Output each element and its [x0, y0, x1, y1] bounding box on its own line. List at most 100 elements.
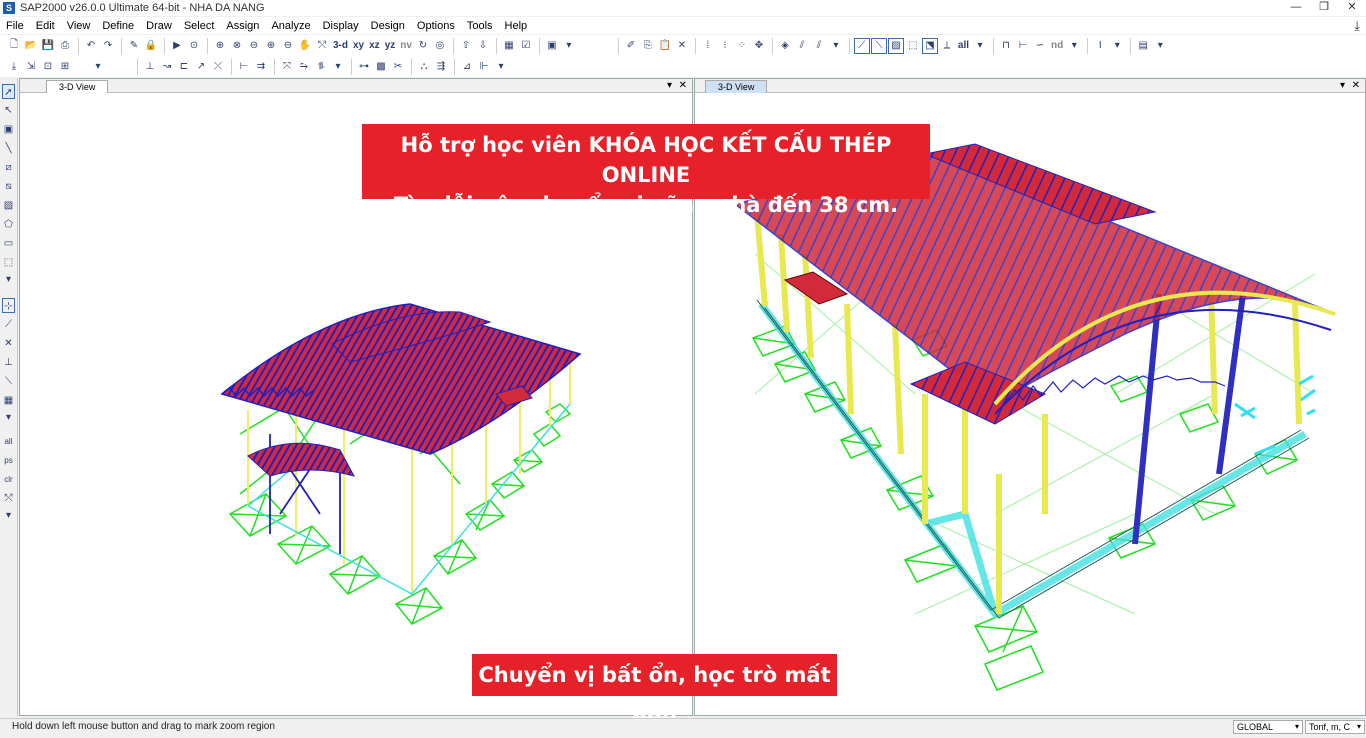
- left-view-tab[interactable]: 3-D View: [46, 80, 109, 93]
- show-joint-icon[interactable]: ⊢: [236, 59, 252, 75]
- draw-brace-icon[interactable]: ⧅: [2, 179, 15, 194]
- select-more-icon[interactable]: ▾: [2, 510, 15, 522]
- run-options-icon[interactable]: ⊙: [186, 38, 202, 54]
- menu-file[interactable]: File: [6, 20, 24, 32]
- new-model-icon[interactable]: 🗋: [6, 38, 22, 54]
- select-intersect-icon[interactable]: ⬚: [905, 38, 921, 54]
- dropdown-arrow-icon[interactable]: ▾: [828, 38, 844, 54]
- pointer-icon[interactable]: ➚: [2, 84, 15, 99]
- section-icon[interactable]: Ι: [1092, 38, 1108, 54]
- previous-select-icon[interactable]: ps: [2, 453, 15, 468]
- sap2000-app-icon[interactable]: S: [3, 2, 15, 14]
- right-pane-close-icon[interactable]: ✕: [1352, 79, 1360, 92]
- zoom-out-icon[interactable]: ⊖: [280, 38, 296, 54]
- show-deformed-icon[interactable]: ↝: [159, 59, 175, 75]
- snap-intersect-icon[interactable]: ✕: [2, 336, 15, 351]
- draw-rect-icon[interactable]: ▭: [2, 236, 15, 251]
- units-select[interactable]: Tonf, m, C ▾: [1305, 720, 1365, 734]
- pan-icon[interactable]: ✋: [297, 38, 313, 54]
- undo-icon[interactable]: ↶: [83, 38, 99, 54]
- quick-draw-frame-icon[interactable]: ⟍: [870, 37, 887, 54]
- quick-frame-icon[interactable]: ⧄: [2, 160, 15, 175]
- print-icon[interactable]: ⎙: [57, 38, 73, 54]
- joint-load-icon[interactable]: ⤓: [6, 59, 22, 75]
- draw-area-side-icon[interactable]: ▨: [2, 198, 15, 213]
- menu-analyze[interactable]: Analyze: [271, 20, 310, 32]
- snap-ends-icon[interactable]: ⟋: [2, 317, 15, 332]
- restore-button[interactable]: ❐: [1310, 0, 1338, 16]
- show-frame-icon[interactable]: ⇉: [253, 59, 269, 75]
- right-pane-dropdown-icon[interactable]: ▾: [1340, 79, 1345, 92]
- select-window-icon[interactable]: ⬔: [921, 37, 938, 54]
- zoom-window-icon[interactable]: ⊕: [212, 38, 228, 54]
- solid-icon[interactable]: ⊩: [476, 59, 492, 75]
- quick-area-icon[interactable]: ⬚: [2, 255, 15, 270]
- menu-options[interactable]: Options: [417, 20, 455, 32]
- redo-icon[interactable]: ↷: [100, 38, 116, 54]
- dropdown-arrow-icon[interactable]: ▾: [1152, 38, 1168, 54]
- show-reactions-icon[interactable]: ⤫: [210, 59, 226, 75]
- extrude-icon[interactable]: ⫽: [794, 38, 810, 54]
- checkbox-icon[interactable]: ☑: [518, 38, 534, 54]
- show-undeformed-icon[interactable]: ⊥: [142, 59, 158, 75]
- cable-icon[interactable]: ⇶: [433, 59, 449, 75]
- view-3d-button[interactable]: 3-d: [331, 38, 350, 54]
- tendon-icon[interactable]: ⊿: [459, 59, 475, 75]
- reshape-icon[interactable]: ↖: [2, 103, 15, 118]
- left-pane-close-icon[interactable]: ✕: [679, 79, 687, 92]
- move-up-icon[interactable]: ⇧: [458, 38, 474, 54]
- area-load-icon[interactable]: ⊡: [40, 59, 56, 75]
- menu-assign[interactable]: Assign: [226, 20, 259, 32]
- snap-more-icon[interactable]: ▾: [2, 412, 15, 424]
- select-all-side-icon[interactable]: all: [2, 434, 15, 449]
- run-analysis-icon[interactable]: ▶: [169, 38, 185, 54]
- divide-icon[interactable]: ⁝: [717, 38, 733, 54]
- invert-select-icon[interactable]: ⤲: [2, 491, 15, 506]
- move-down-icon[interactable]: ⇩: [475, 38, 491, 54]
- bridge-icon[interactable]: ⛬: [416, 59, 432, 75]
- zoom-previous-icon[interactable]: ⊖: [246, 38, 262, 54]
- draw-poly-icon[interactable]: ⬠: [2, 217, 15, 232]
- design-check-icon[interactable]: ✂: [390, 59, 406, 75]
- draw-area-icon[interactable]: ▨: [887, 37, 904, 54]
- perspective-icon[interactable]: ◎: [432, 38, 448, 54]
- section-cut-icon[interactable]: ▾: [2, 274, 15, 286]
- select-all-button[interactable]: all: [956, 38, 971, 54]
- menu-view[interactable]: View: [67, 20, 91, 32]
- frame-load-icon[interactable]: ⇲: [23, 59, 39, 75]
- draw-joint-icon[interactable]: ▣: [2, 122, 15, 137]
- set-view-icon[interactable]: ⤲: [314, 38, 330, 54]
- grid-icon[interactable]: ▦: [501, 38, 517, 54]
- assign-icon[interactable]: ✐: [623, 38, 639, 54]
- display-options-icon[interactable]: ▣: [544, 38, 560, 54]
- download-icon[interactable]: ⤓: [1354, 18, 1360, 34]
- clear-select-icon[interactable]: clr: [2, 472, 15, 487]
- frame-release-icon[interactable]: ⊓: [998, 38, 1014, 54]
- menu-draw[interactable]: Draw: [146, 20, 172, 32]
- copy-icon[interactable]: ⎘: [640, 38, 656, 54]
- view-nv-button[interactable]: nv: [398, 38, 414, 54]
- link-icon[interactable]: ∽: [1032, 38, 1048, 54]
- menu-select[interactable]: Select: [184, 20, 215, 32]
- dropdown-arrow-icon[interactable]: ▾: [493, 59, 509, 75]
- restraint-icon[interactable]: ⟂: [939, 38, 955, 54]
- merge-icon[interactable]: ⁘: [734, 38, 750, 54]
- lock-icon[interactable]: 🔒: [143, 38, 159, 54]
- delete-icon[interactable]: ✕: [674, 38, 690, 54]
- extrude-area-icon[interactable]: ⫽: [811, 38, 827, 54]
- joint-icon[interactable]: ⊢: [1015, 38, 1031, 54]
- right-view-tab[interactable]: 3-D View: [705, 80, 768, 93]
- show-tables-icon[interactable]: ⤧: [279, 59, 295, 75]
- dropdown-arrow-icon[interactable]: ▾: [972, 38, 988, 54]
- zoom-full-icon[interactable]: ⊗: [229, 38, 245, 54]
- show-stress-icon[interactable]: ↗: [193, 59, 209, 75]
- open-icon[interactable]: 📂: [23, 38, 39, 54]
- view-yz-button[interactable]: yz: [383, 38, 398, 54]
- menu-display[interactable]: Display: [323, 20, 359, 32]
- save-icon[interactable]: 💾: [40, 38, 56, 54]
- mass-icon[interactable]: ⊞: [57, 59, 73, 75]
- concrete-design-icon[interactable]: ▩: [373, 59, 389, 75]
- show-diagrams-icon[interactable]: ⥲: [296, 59, 312, 75]
- coord-system-select[interactable]: GLOBAL ▾: [1233, 720, 1303, 734]
- view-xy-button[interactable]: xy: [351, 38, 366, 54]
